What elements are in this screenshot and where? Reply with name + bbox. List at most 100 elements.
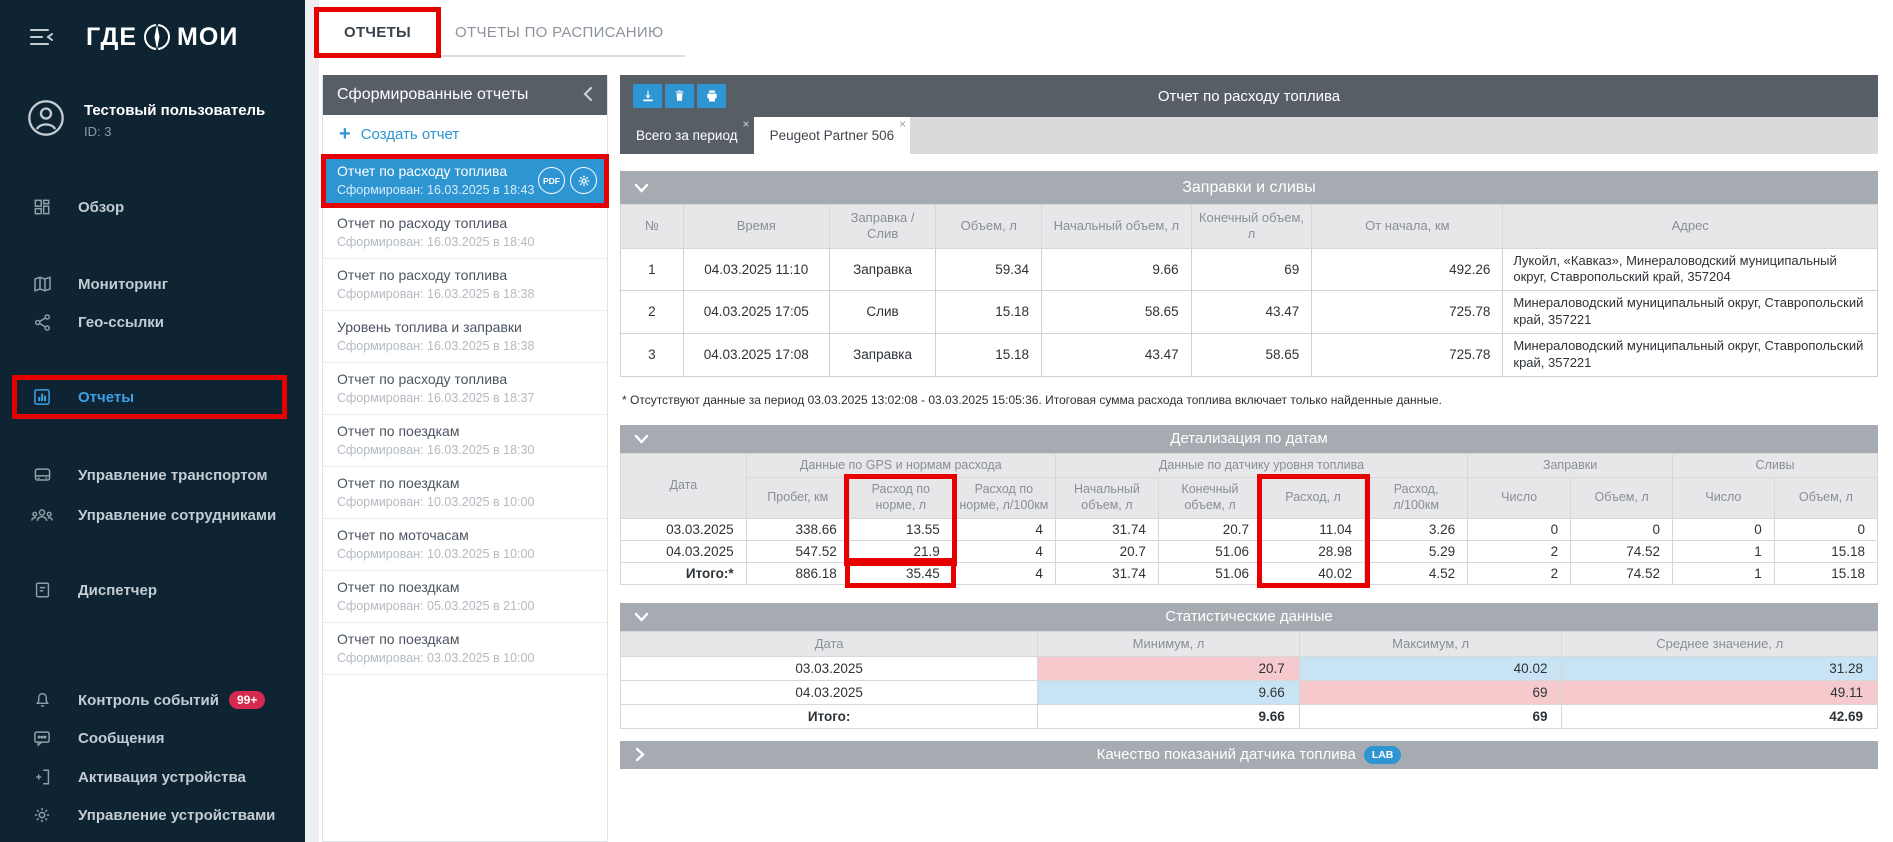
report-settings-button[interactable] [570, 167, 597, 194]
plus-icon: + [339, 123, 351, 146]
employees-icon [30, 506, 54, 524]
sidebar-item-reports[interactable]: Отчеты [18, 377, 281, 417]
table-cell: 11.04 [1262, 518, 1365, 540]
download-button[interactable] [633, 84, 662, 108]
sidebar-item-activation[interactable]: Активация устройства [18, 757, 281, 797]
sidebar-item-label: Отчеты [78, 389, 134, 406]
report-item-subtitle: Сформирован: 16.03.2025 в 18:40 [337, 235, 595, 249]
table-cell: Минераловодский муниципальный округ, Ста… [1503, 334, 1878, 377]
table-cell: 69 [1299, 680, 1562, 704]
sidebar-collapse-icon[interactable] [28, 26, 54, 48]
sensor-quality-bar[interactable]: Качество показаний датчика топлива LAB [620, 741, 1878, 769]
table-cell: 5.29 [1365, 540, 1468, 562]
delete-button[interactable] [665, 84, 694, 108]
table-cell: 04.03.2025 11:10 [683, 248, 829, 291]
sidebar-item-label: Сообщения [78, 730, 164, 747]
table-cell: 51.06 [1158, 562, 1261, 584]
table-row: 2 04.03.2025 17:05 Слив 15.18 58.65 43.4… [621, 291, 1878, 334]
report-item-subtitle: Сформирован: 10.03.2025 в 10:00 [337, 547, 595, 561]
collapse-panel-icon[interactable] [581, 86, 595, 102]
table-group-header-row: Дата Данные по GPS и нормам расхода Данн… [621, 453, 1878, 478]
column-header: Начальный объем, л [1055, 478, 1158, 518]
sidebar-item-dispatcher[interactable]: Диспетчер [18, 570, 281, 610]
table-cell: 69 [1191, 248, 1312, 291]
report-tab-period[interactable]: Всего за период × [620, 117, 754, 154]
pdf-button[interactable]: PDF [538, 167, 565, 194]
sidebar-item-geolinks[interactable]: Гео-ссылки [18, 302, 281, 342]
table-cell: 492.26 [1312, 248, 1503, 291]
column-group-header: Данные по датчику уровня топлива [1055, 453, 1467, 478]
user-block[interactable]: Тестовый пользователь ID: 3 [0, 96, 305, 152]
table-cell: Минераловодский муниципальный округ, Ста… [1503, 291, 1878, 334]
sidebar-item-devices[interactable]: Управление устройствами [18, 795, 281, 835]
column-header: Максимум, л [1299, 631, 1562, 656]
column-group-header: Сливы [1673, 453, 1878, 478]
sidebar-item-monitoring[interactable]: Мониторинг [18, 264, 281, 304]
table-cell: 43.47 [1042, 334, 1192, 377]
table-cell: 04.03.2025 [621, 680, 1038, 704]
close-icon[interactable]: × [899, 118, 906, 130]
daily-details-table: Дата Данные по GPS и нормам расхода Данн… [620, 453, 1878, 585]
chevron-down-icon[interactable] [634, 182, 649, 194]
sidebar-item-label: Мониторинг [78, 276, 168, 293]
report-list-item[interactable]: Отчет по поездкам Сформирован: 03.03.202… [323, 623, 607, 675]
column-header: Расход, л/100км [1365, 478, 1468, 518]
chevron-down-icon[interactable] [634, 433, 649, 445]
table-cell: 31.28 [1562, 656, 1878, 680]
tab-reports[interactable]: ОТЧЕТЫ [322, 10, 433, 55]
sidebar-item-label: Управление транспортом [78, 467, 267, 484]
sidebar-item-employees[interactable]: Управление сотрудниками [18, 495, 281, 535]
column-header: Среднее значение, л [1562, 631, 1878, 656]
column-header: Дата [621, 453, 747, 518]
report-item-title: Отчет по моточасам [337, 527, 595, 543]
report-list-item[interactable]: Отчет по моточасам Сформирован: 10.03.20… [323, 519, 607, 571]
app-logo[interactable]: ГДЕ МОИ [86, 20, 238, 54]
chevron-right-icon[interactable] [634, 747, 646, 762]
sidebar-item-transport[interactable]: Управление транспортом [18, 455, 281, 495]
table-row: 1 04.03.2025 11:10 Заправка 59.34 9.66 6… [621, 248, 1878, 291]
bell-icon [30, 690, 54, 710]
table-cell: Итого:* [621, 562, 747, 584]
close-icon[interactable]: × [743, 118, 750, 130]
fuel-events-table: № Время Заправка / Слив Объем, л Начальн… [620, 204, 1878, 377]
report-tabs: Всего за период × Peugeot Partner 506 × [620, 117, 1878, 154]
report-item-subtitle: Сформирован: 03.03.2025 в 10:00 [337, 651, 595, 665]
report-item-subtitle: Сформирован: 16.03.2025 в 18:38 [337, 287, 595, 301]
table-cell: 13.55 [849, 518, 952, 540]
report-list-item[interactable]: Отчет по поездкам Сформирован: 10.03.202… [323, 467, 607, 519]
section-sensor-quality: Качество показаний датчика топлива LAB [620, 741, 1878, 769]
fuel-events-bar[interactable]: Заправки и сливы [620, 171, 1878, 204]
table-cell: Заправка [829, 334, 936, 377]
table-cell: 04.03.2025 [621, 540, 747, 562]
tab-scheduled-reports[interactable]: ОТЧЕТЫ ПО РАСПИСАНИЮ [433, 10, 685, 55]
report-list-item[interactable]: Отчет по расходу топлива Сформирован: 16… [323, 155, 607, 207]
table-cell: 15.18 [936, 291, 1042, 334]
table-cell: 0 [1774, 518, 1877, 540]
chevron-down-icon[interactable] [634, 611, 649, 623]
report-tab-vehicle[interactable]: Peugeot Partner 506 × [754, 117, 911, 154]
sidebar-item-messages[interactable]: Сообщения [18, 718, 281, 758]
report-list-item[interactable]: Отчет по расходу топлива Сформирован: 16… [323, 363, 607, 415]
sidebar-item-label: Гео-ссылки [78, 314, 164, 331]
table-row: 03.03.2025 338.66 13.55 4 31.74 20.7 11.… [621, 518, 1878, 540]
report-list-item[interactable]: Отчет по поездкам Сформирован: 05.03.202… [323, 571, 607, 623]
print-button[interactable] [697, 84, 726, 108]
create-report-button[interactable]: + Создать отчет [323, 115, 607, 155]
column-header: Адрес [1503, 205, 1878, 249]
column-header: Пробег, км [746, 478, 849, 518]
daily-details-bar[interactable]: Детализация по датам [620, 425, 1878, 453]
report-footnote: * Отсутствуют данные за период 03.03.202… [620, 393, 1878, 407]
user-name: Тестовый пользователь [84, 102, 265, 119]
report-list-item[interactable]: Уровень топлива и заправки Сформирован: … [323, 311, 607, 363]
report-item-title: Отчет по поездкам [337, 423, 595, 439]
statistics-bar[interactable]: Статистические данные [620, 603, 1878, 631]
reports-panel-title: Сформированные отчеты [337, 86, 528, 104]
report-list-item[interactable]: Отчет по поездкам Сформирован: 16.03.202… [323, 415, 607, 467]
table-cell: 4.52 [1365, 562, 1468, 584]
report-item-title: Уровень топлива и заправки [337, 319, 595, 335]
sidebar-item-overview[interactable]: Обзор [18, 187, 281, 227]
sidebar-item-events[interactable]: Контроль событий 99+ [18, 680, 281, 720]
report-list-item[interactable]: Отчет по расходу топлива Сформирован: 16… [323, 259, 607, 311]
report-list-item[interactable]: Отчет по расходу топлива Сформирован: 16… [323, 207, 607, 259]
sidebar-item-label: Диспетчер [78, 582, 157, 599]
